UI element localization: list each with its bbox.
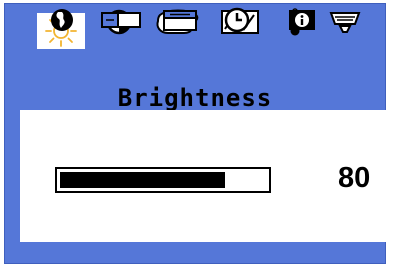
brightness-value: 80 bbox=[338, 162, 371, 194]
horizontal-size-icon[interactable] bbox=[97, 4, 145, 36]
menu-title: Brightness bbox=[117, 84, 273, 112]
degauss-icon[interactable] bbox=[325, 4, 365, 40]
brightness-slider[interactable] bbox=[55, 167, 271, 193]
info-icon[interactable] bbox=[285, 4, 319, 36]
slider-fill bbox=[60, 172, 225, 188]
adjust-panel: 80 bbox=[20, 110, 386, 242]
clock-icon[interactable] bbox=[220, 4, 254, 36]
osd-menu: Brightness 80 bbox=[4, 3, 386, 264]
slider-track bbox=[60, 172, 266, 188]
language-globe-icon[interactable] bbox=[47, 4, 77, 36]
vertical-size-icon[interactable] bbox=[159, 4, 201, 36]
